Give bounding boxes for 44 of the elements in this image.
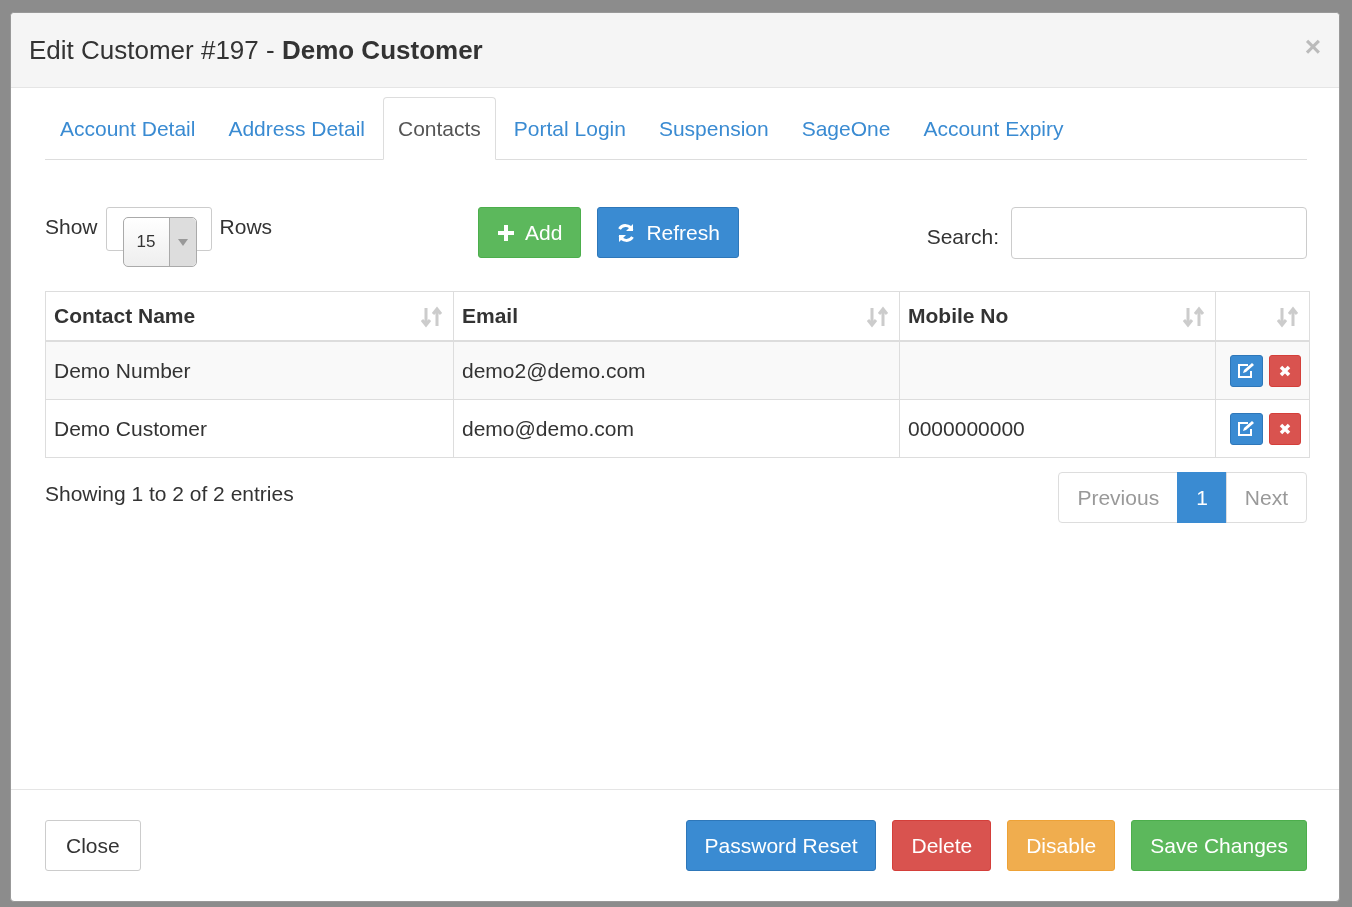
table-cell: demo2@demo.com	[453, 341, 900, 400]
column-title: Contact Name	[54, 304, 196, 327]
close-button[interactable]: Close	[45, 820, 141, 871]
tab[interactable]: SageOne	[786, 97, 906, 160]
rows-select[interactable]: 15	[122, 217, 197, 267]
column-title: Mobile No	[908, 304, 1009, 327]
refresh-button[interactable]: Refresh	[597, 207, 739, 258]
table-cell: demo@demo.com	[453, 399, 900, 458]
sort-icon[interactable]	[1183, 306, 1205, 328]
close-icon	[1278, 364, 1291, 377]
search-label: Search:	[926, 225, 999, 249]
footer-button[interactable]: Save Changes	[1131, 820, 1307, 871]
edit-button[interactable]	[1230, 354, 1263, 387]
rows-label: Rows	[219, 215, 273, 239]
tab[interactable]: Account Expiry	[908, 97, 1079, 160]
table-cell: Demo Number	[45, 341, 454, 400]
footer-button[interactable]: Delete	[892, 820, 992, 871]
delete-button[interactable]	[1268, 412, 1301, 445]
sort-icon[interactable]	[421, 306, 443, 328]
footer-button[interactable]: Password Reset	[685, 820, 877, 871]
table-cell: 0000000000	[899, 399, 1216, 458]
tab[interactable]: Contacts	[382, 97, 496, 160]
tab[interactable]: Portal Login	[498, 97, 641, 160]
close-icon	[1278, 422, 1291, 435]
tab[interactable]: Account Detail	[45, 97, 211, 160]
sort-icon[interactable]	[867, 306, 889, 328]
edit-icon	[1237, 362, 1256, 379]
caret-icon	[177, 238, 188, 246]
edit-icon	[1237, 420, 1256, 437]
plus-icon	[497, 223, 516, 242]
edit-button[interactable]	[1230, 412, 1263, 445]
show-label: Show	[45, 215, 98, 239]
modal-title: Edit Customer #197 - Demo Customer	[29, 34, 483, 66]
pagination-button[interactable]: 1	[1177, 472, 1227, 523]
tab[interactable]: Address Detail	[213, 97, 380, 160]
search-field[interactable]	[1011, 207, 1307, 259]
sort-icon[interactable]	[1277, 306, 1299, 328]
tab[interactable]: Suspension	[643, 97, 784, 160]
entries-info: Showing 1 to 2 of 2 entries	[45, 482, 294, 507]
footer-button[interactable]: Disable	[1007, 820, 1116, 871]
column-title: Email	[462, 304, 519, 327]
table-cell: Demo Customer	[45, 399, 454, 458]
add-button[interactable]: Add	[478, 207, 582, 258]
delete-button[interactable]	[1268, 354, 1301, 387]
